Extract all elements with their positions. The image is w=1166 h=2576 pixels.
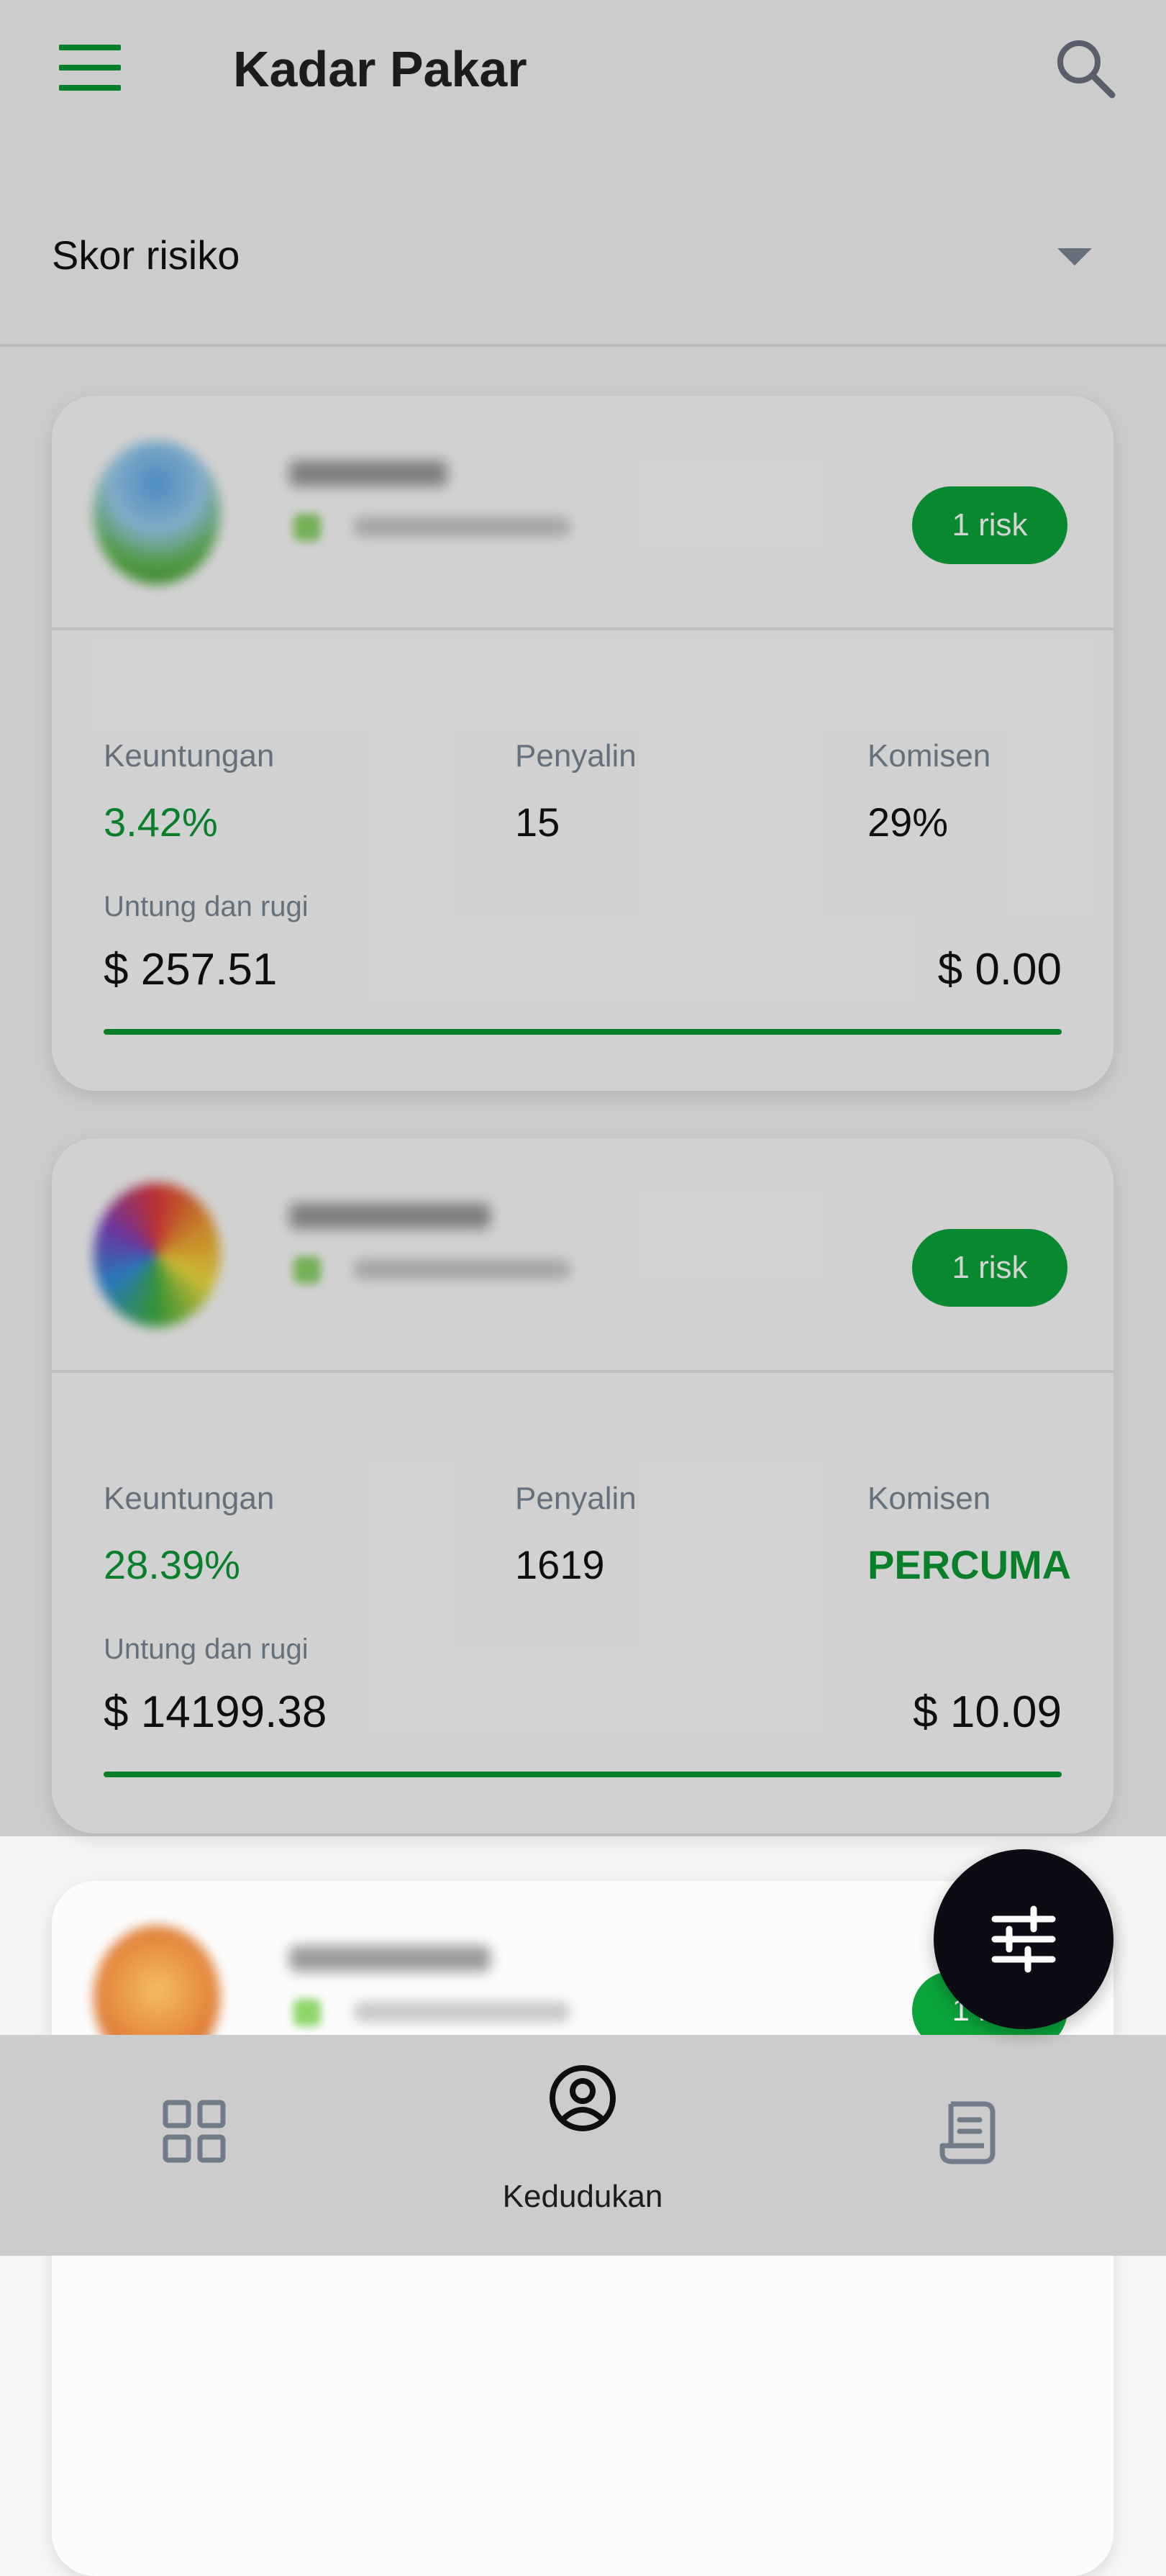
filter-fab-button[interactable] — [934, 1849, 1113, 2029]
scrim-overlay-bottom — [0, 2035, 1166, 2256]
expert-name-blurred — [289, 1946, 491, 1972]
sliders-icon — [991, 1905, 1056, 1973]
flag-icon — [293, 1999, 321, 2026]
expert-subtitle-blurred — [354, 2002, 570, 2022]
scrim-overlay[interactable] — [0, 0, 1166, 1836]
